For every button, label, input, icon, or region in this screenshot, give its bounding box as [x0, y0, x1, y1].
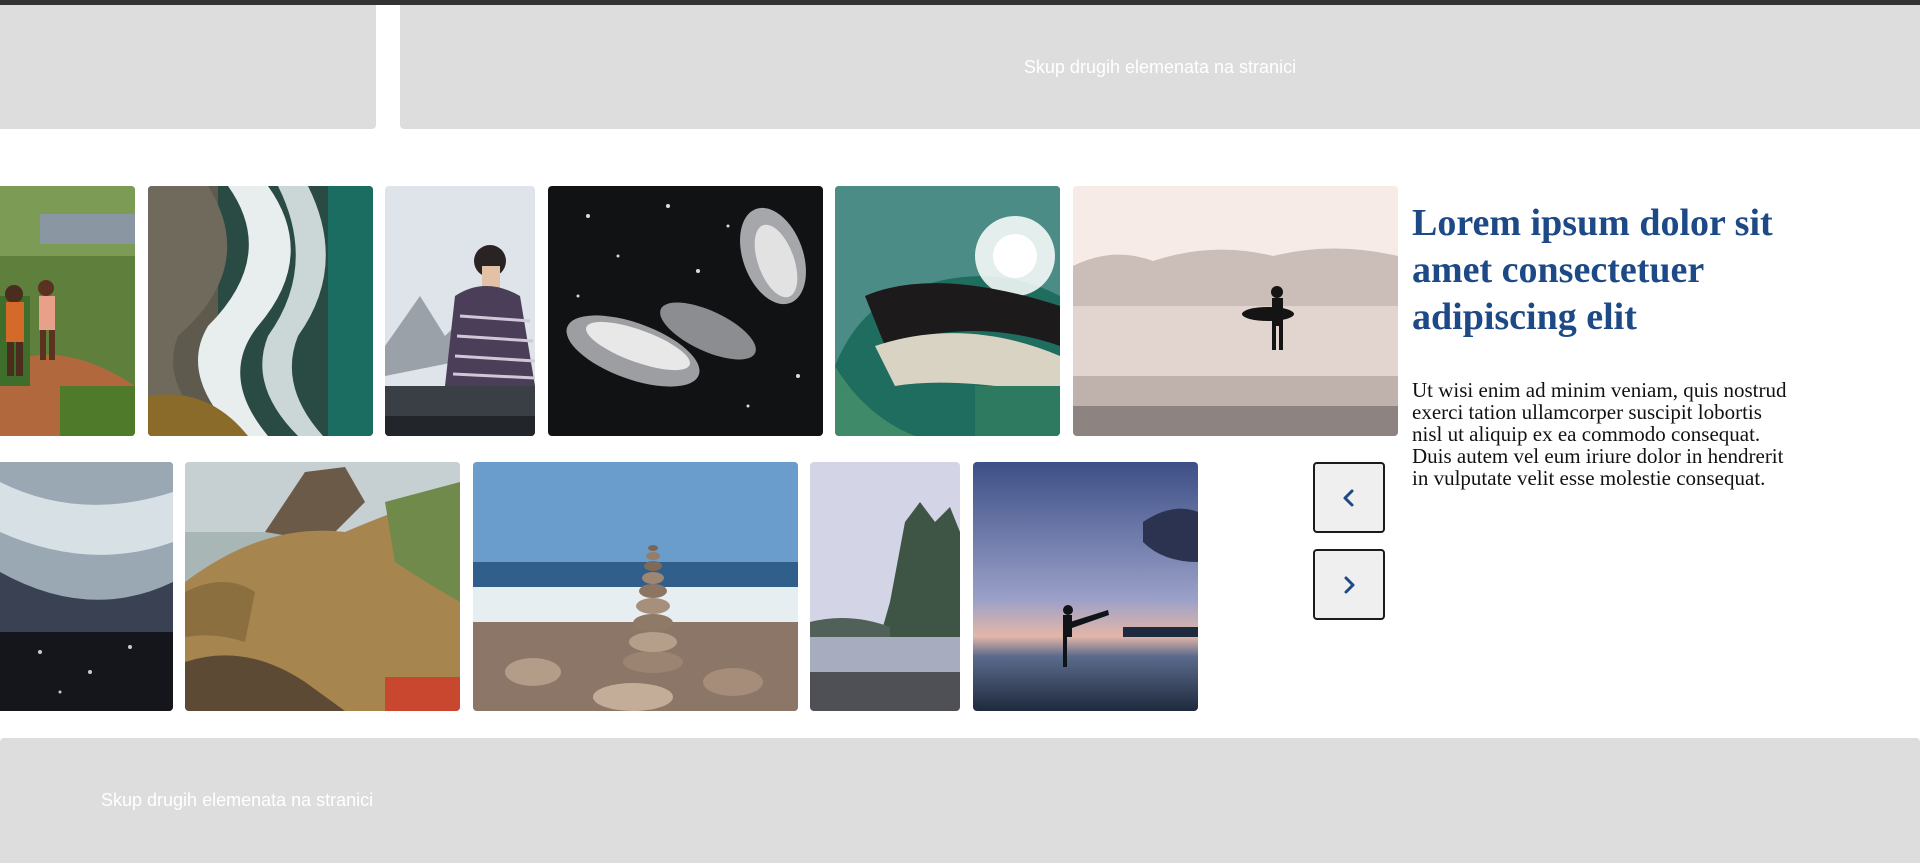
content-body: Ut wisi enim ad minim veniam, quis nostr…	[1412, 378, 1787, 490]
gallery-photo-children-path[interactable]	[0, 186, 135, 436]
gallery-photo-surfer-beach[interactable]	[1073, 186, 1398, 436]
placeholder-top-left	[0, 5, 376, 129]
gallery-photo-kick-silhouette[interactable]	[973, 462, 1198, 711]
gallery-photo-wave-aerial[interactable]	[148, 186, 373, 436]
placeholder-top-right: Skup drugih elemenata na stranici	[400, 5, 1920, 129]
placeholder-bottom-text: Skup drugih elemenata na stranici	[101, 790, 374, 810]
gallery-photo-penguins[interactable]	[548, 186, 823, 436]
gallery-photo-misty-island[interactable]	[810, 462, 960, 711]
chevron-left-icon	[1343, 489, 1354, 506]
carousel-next-button[interactable]	[1313, 549, 1385, 620]
placeholder-top-right-text: Skup drugih elemenata na stranici	[1023, 56, 1297, 77]
gallery-photo-stacked-stones[interactable]	[473, 462, 798, 711]
gallery-photo-foamy-water[interactable]	[0, 462, 173, 711]
carousel-prev-button[interactable]	[1313, 462, 1385, 533]
gallery-photo-barrel-wave[interactable]	[835, 186, 1060, 436]
gallery-photo-coastal-cliffs[interactable]	[185, 462, 460, 711]
chevron-right-icon	[1344, 576, 1355, 593]
content-text-block: Lorem ipsum dolor sit amet consectetuer …	[1412, 200, 1792, 489]
placeholder-bottom: Skup drugih elemenata na stranici	[0, 738, 1920, 863]
content-heading: Lorem ipsum dolor sit amet consectetuer …	[1412, 202, 1773, 338]
gallery-photo-woman-blanket[interactable]	[385, 186, 535, 436]
